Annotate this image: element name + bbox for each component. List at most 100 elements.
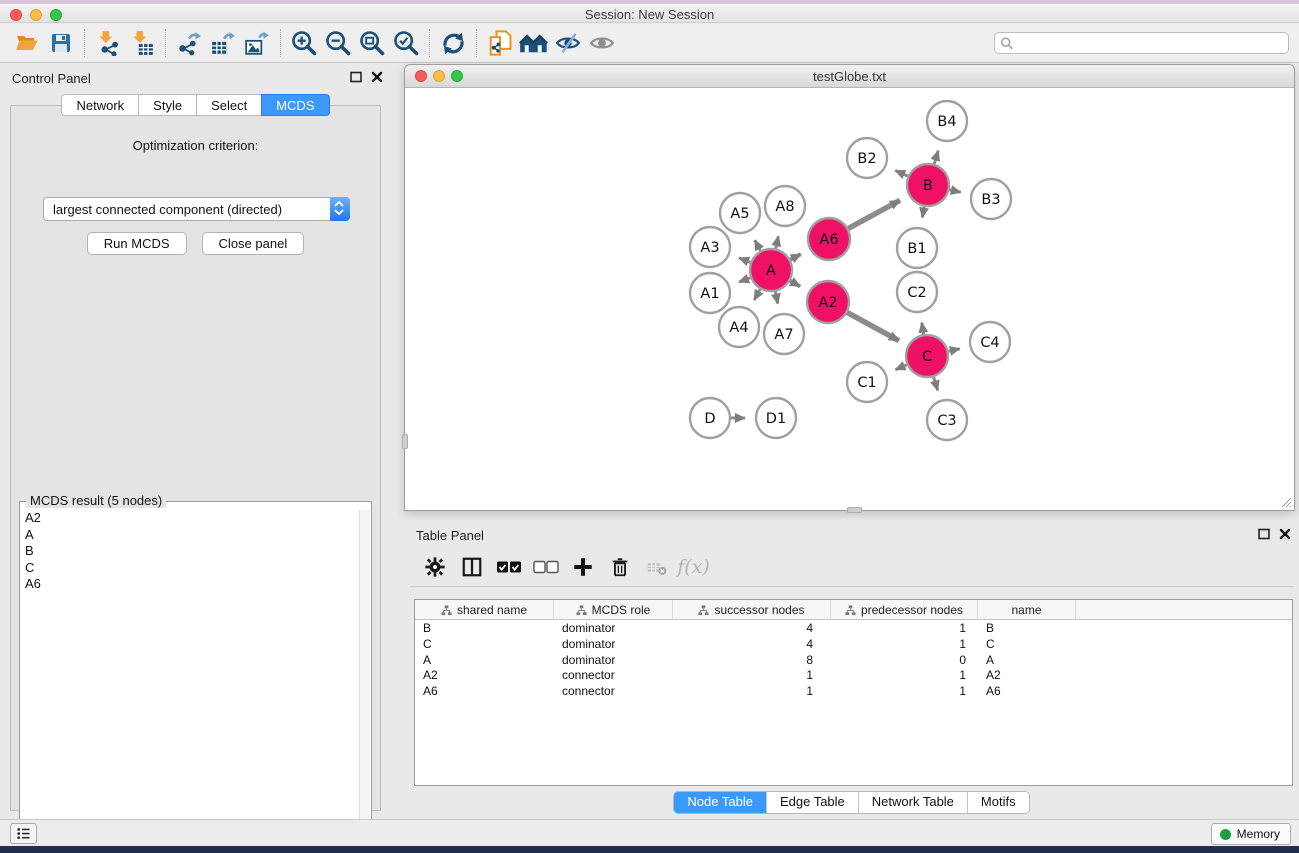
- zoom-selected-icon[interactable]: [389, 28, 423, 58]
- split-columns-icon[interactable]: [455, 551, 488, 583]
- node-table[interactable]: shared name MCDS role successor nodes pr…: [414, 599, 1293, 786]
- show-all-icon[interactable]: [585, 28, 619, 58]
- table-cell[interactable]: A6: [415, 683, 554, 701]
- result-list-item[interactable]: B: [25, 543, 359, 560]
- deselect-all-rows-icon[interactable]: [529, 551, 562, 583]
- node-A3[interactable]: A3: [690, 227, 730, 267]
- close-panel-icon[interactable]: [371, 71, 383, 83]
- edge-C-C1[interactable]: [895, 365, 906, 370]
- edge-C-C2[interactable]: [922, 323, 924, 335]
- edge-A-A6[interactable]: [790, 254, 800, 260]
- export-table-icon[interactable]: [206, 28, 240, 58]
- import-network-icon[interactable]: [91, 28, 125, 58]
- table-row[interactable]: Cdominator41C: [415, 636, 1292, 652]
- close-table-panel-icon[interactable]: [1279, 528, 1291, 540]
- node-D[interactable]: D: [690, 398, 730, 438]
- import-table-icon[interactable]: [125, 28, 159, 58]
- edge-A2-C[interactable]: [847, 313, 899, 341]
- splitter-handle-left[interactable]: [402, 434, 408, 449]
- save-session-icon[interactable]: [44, 28, 78, 58]
- result-list-item[interactable]: A: [25, 527, 359, 544]
- search-field[interactable]: [994, 32, 1289, 54]
- network-window-titlebar[interactable]: testGlobe.txt: [405, 65, 1294, 88]
- resize-grip-icon[interactable]: [1278, 494, 1292, 508]
- node-A7[interactable]: A7: [764, 314, 804, 354]
- table-cell[interactable]: connector: [554, 683, 673, 701]
- edge-A-A4[interactable]: [754, 289, 760, 300]
- clone-network-icon[interactable]: [483, 28, 517, 58]
- node-A4[interactable]: A4: [719, 307, 759, 347]
- add-column-icon[interactable]: [566, 551, 599, 583]
- mcds-result-list[interactable]: A2ABCA6: [21, 510, 359, 832]
- edge-A-A1[interactable]: [739, 278, 750, 282]
- run-mcds-button[interactable]: Run MCDS: [87, 232, 187, 255]
- edge-A6-B[interactable]: [848, 200, 900, 228]
- node-B3[interactable]: B3: [971, 179, 1011, 219]
- table-row[interactable]: Bdominator41B: [415, 620, 1292, 636]
- search-input[interactable]: [1019, 34, 1284, 52]
- table-row[interactable]: Adominator80A: [415, 652, 1292, 668]
- column-header-name[interactable]: name: [978, 600, 1076, 620]
- node-C4[interactable]: C4: [970, 322, 1010, 362]
- edge-C-C4[interactable]: [948, 349, 959, 352]
- edge-A-A3[interactable]: [739, 258, 750, 262]
- function-builder-icon[interactable]: f(x): [677, 551, 710, 583]
- table-row[interactable]: A6connector11A6: [415, 683, 1292, 699]
- tab-node-table[interactable]: Node Table: [674, 792, 767, 813]
- close-panel-button[interactable]: Close panel: [202, 232, 305, 255]
- table-cell[interactable]: 1: [831, 683, 978, 701]
- edge-A-A5[interactable]: [755, 240, 761, 250]
- column-header-shared-name[interactable]: shared name: [415, 600, 554, 620]
- edge-A-A7[interactable]: [775, 292, 777, 304]
- edge-B-B3[interactable]: [949, 190, 960, 193]
- tab-network-table[interactable]: Network Table: [859, 792, 968, 813]
- edge-A-A2[interactable]: [790, 281, 800, 287]
- float-panel-icon[interactable]: [350, 71, 362, 83]
- tab-select[interactable]: Select: [196, 94, 261, 116]
- table-cell[interactable]: 1: [673, 683, 831, 701]
- export-image-icon[interactable]: [240, 28, 274, 58]
- node-A5[interactable]: A5: [720, 193, 760, 233]
- column-header-mcds-role[interactable]: MCDS role: [554, 600, 673, 620]
- splitter-handle-bottom[interactable]: [847, 507, 862, 513]
- node-C[interactable]: C: [906, 335, 948, 377]
- zoom-out-icon[interactable]: [321, 28, 355, 58]
- tab-edge-table[interactable]: Edge Table: [767, 792, 859, 813]
- refresh-icon[interactable]: [436, 28, 470, 58]
- open-file-icon[interactable]: [10, 28, 44, 58]
- column-header-successor-nodes[interactable]: successor nodes: [673, 600, 831, 620]
- delete-column-icon[interactable]: [603, 551, 636, 583]
- zoom-fit-icon[interactable]: [355, 28, 389, 58]
- table-row[interactable]: A2connector11A2: [415, 667, 1292, 683]
- node-C3[interactable]: C3: [927, 400, 967, 440]
- node-B[interactable]: B: [907, 164, 949, 206]
- delete-table-icon[interactable]: [640, 551, 673, 583]
- select-all-rows-icon[interactable]: [492, 551, 525, 583]
- result-list-item[interactable]: A2: [25, 510, 359, 527]
- tab-mcds[interactable]: MCDS: [261, 94, 329, 116]
- node-A[interactable]: A: [750, 249, 792, 291]
- tab-motifs[interactable]: Motifs: [968, 792, 1029, 813]
- column-header-predecessor-nodes[interactable]: predecessor nodes: [831, 600, 978, 620]
- task-history-button[interactable]: [10, 823, 37, 844]
- node-D1[interactable]: D1: [756, 398, 796, 438]
- node-A8[interactable]: A8: [765, 186, 805, 226]
- settings-icon[interactable]: [418, 551, 451, 583]
- table-cell[interactable]: A6: [978, 683, 1076, 701]
- result-list-item[interactable]: C: [25, 560, 359, 577]
- memory-button[interactable]: Memory: [1211, 823, 1291, 845]
- first-neighbors-icon[interactable]: [517, 28, 551, 58]
- edge-B-B1[interactable]: [922, 207, 924, 218]
- edge-A-A8[interactable]: [776, 236, 779, 248]
- result-scrollbar[interactable]: [359, 510, 370, 832]
- node-B2[interactable]: B2: [847, 138, 887, 178]
- table-body[interactable]: Bdominator41BCdominator41CAdominator80AA…: [415, 620, 1292, 699]
- float-table-panel-icon[interactable]: [1258, 528, 1270, 540]
- node-A1[interactable]: A1: [690, 273, 730, 313]
- node-C1[interactable]: C1: [847, 362, 887, 402]
- node-A2[interactable]: A2: [807, 281, 849, 323]
- export-network-icon[interactable]: [172, 28, 206, 58]
- node-C2[interactable]: C2: [897, 272, 937, 312]
- tab-network[interactable]: Network: [61, 94, 138, 116]
- zoom-in-icon[interactable]: [287, 28, 321, 58]
